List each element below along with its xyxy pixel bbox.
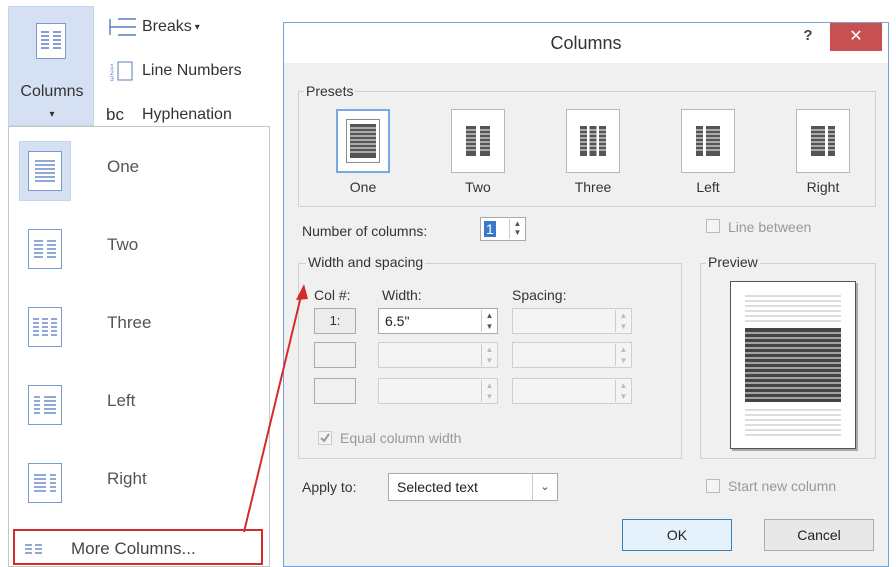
column-spacing-input[interactable]: ▲ ▼: [512, 378, 632, 404]
chevron-down-icon: ▾: [194, 21, 200, 33]
col-number-header: Col #:: [314, 287, 351, 303]
column-width-value: 6.5": [385, 313, 410, 329]
preset-label: Right: [806, 179, 840, 195]
spin-arrows-icon[interactable]: ▲ ▼: [615, 344, 631, 366]
column-width-input[interactable]: ▲ ▼: [378, 342, 498, 368]
number-of-columns-stepper[interactable]: 1 ▲ ▼: [480, 217, 526, 241]
line-numbers-button[interactable]: 1 2 3 Line Numbers: [106, 58, 242, 84]
number-of-columns-label: Number of columns:: [302, 223, 428, 239]
preset-left-icon: [693, 126, 723, 156]
equal-column-width-checkbox[interactable]: [318, 431, 332, 445]
apply-to-label: Apply to:: [302, 479, 357, 495]
checkmark-icon: [320, 433, 330, 443]
breaks-icon: [106, 16, 138, 38]
width-spacing-group-label: Width and spacing: [306, 254, 426, 270]
preset-label: One: [349, 179, 377, 195]
apply-to-value: Selected text: [397, 479, 478, 495]
more-columns-label: More Columns...: [71, 539, 196, 558]
menu-item-label: One: [107, 157, 140, 176]
preview-group-label: Preview: [706, 254, 760, 270]
spin-arrows-icon[interactable]: ▲ ▼: [615, 310, 631, 332]
menu-item-label: Two: [107, 235, 139, 254]
menu-item-label: Three: [107, 313, 152, 332]
column-spacing-input[interactable]: ▲ ▼: [512, 342, 632, 368]
left-column-icon: [19, 375, 71, 435]
columns-button[interactable]: Columns ▾: [8, 6, 94, 126]
svg-text:3: 3: [110, 76, 114, 82]
column-width-input[interactable]: 6.5" ▲ ▼: [378, 308, 498, 334]
preset-left-button[interactable]: [681, 109, 735, 173]
preset-one-icon: [346, 119, 380, 163]
col-number-cell: 1:: [314, 308, 356, 334]
chevron-down-icon[interactable]: ⌄: [532, 474, 557, 500]
preset-right-icon: [808, 126, 838, 156]
menu-item-one[interactable]: One: [9, 131, 271, 203]
col-number-cell: [314, 378, 356, 404]
columns-dialog: Columns ? ✕ Presets One Two Three Left R…: [283, 22, 889, 567]
one-column-icon: [19, 141, 71, 201]
menu-item-label: Left: [107, 391, 136, 410]
number-of-columns-value: 1: [484, 221, 496, 237]
help-button[interactable]: ?: [798, 27, 818, 44]
spacing-header: Spacing:: [512, 287, 567, 303]
preset-one-button[interactable]: [336, 109, 390, 173]
columns-button-label: Columns: [20, 83, 84, 100]
start-new-column-checkbox[interactable]: [706, 479, 720, 493]
line-between-checkbox[interactable]: [706, 219, 720, 233]
spin-arrows-icon[interactable]: ▲ ▼: [481, 344, 497, 366]
preview-page: [730, 281, 856, 449]
preset-three-button[interactable]: [566, 109, 620, 173]
dialog-title-bar[interactable]: Columns ? ✕: [284, 23, 888, 63]
presets-group-label: Presets: [304, 83, 356, 99]
line-numbers-icon: 1 2 3: [106, 60, 138, 82]
hyphenation-button[interactable]: bc Hyphenation: [106, 102, 232, 128]
three-columns-icon: [19, 297, 71, 357]
preset-three-icon: [578, 126, 608, 156]
spin-arrows-icon[interactable]: ▲ ▼: [509, 219, 525, 239]
ribbon-page-setup: Columns ▾ Breaks ▾ 1 2 3 Line Numbers bc…: [0, 0, 290, 130]
columns-dropdown-menu: One Two Three Left Right More Columns...: [8, 126, 270, 567]
breaks-label: Breaks: [142, 18, 192, 35]
two-columns-icon: [19, 219, 71, 279]
start-new-column-label: Start new column: [728, 478, 837, 494]
equal-column-width-label: Equal column width: [340, 430, 462, 446]
preset-right-button[interactable]: [796, 109, 850, 173]
preset-two-icon: [463, 126, 493, 156]
chevron-down-icon: ▾: [49, 109, 55, 120]
menu-item-label: Right: [107, 469, 147, 488]
menu-item-left[interactable]: Left: [9, 365, 271, 437]
spin-arrows-icon[interactable]: ▲ ▼: [481, 380, 497, 402]
more-columns-menu-item[interactable]: More Columns...: [13, 529, 263, 565]
preset-label: Three: [574, 179, 612, 195]
menu-item-three[interactable]: Three: [9, 287, 271, 359]
apply-to-select[interactable]: Selected text ⌄: [388, 473, 558, 501]
menu-item-two[interactable]: Two: [9, 209, 271, 281]
preset-label: Two: [465, 179, 491, 195]
right-column-icon: [19, 453, 71, 513]
width-header: Width:: [382, 287, 422, 303]
col-number-cell: [314, 342, 356, 368]
menu-item-right[interactable]: Right: [9, 443, 271, 515]
line-numbers-label: Line Numbers: [142, 62, 242, 79]
column-width-input[interactable]: ▲ ▼: [378, 378, 498, 404]
spin-arrows-icon[interactable]: ▲ ▼: [481, 310, 497, 332]
spin-arrows-icon[interactable]: ▲ ▼: [615, 380, 631, 402]
hyphenation-icon-text: bc: [106, 105, 124, 124]
line-between-label: Line between: [728, 219, 812, 235]
hyphenation-label: Hyphenation: [142, 106, 232, 123]
hyphenation-icon: bc: [106, 104, 138, 126]
cancel-button[interactable]: Cancel: [764, 519, 874, 551]
more-columns-icon: [25, 543, 43, 555]
preset-two-button[interactable]: [451, 109, 505, 173]
close-button[interactable]: ✕: [830, 23, 882, 51]
columns-icon: [36, 23, 66, 59]
breaks-button[interactable]: Breaks ▾: [106, 14, 200, 40]
preset-label: Left: [696, 179, 720, 195]
ok-button[interactable]: OK: [622, 519, 732, 551]
column-spacing-input[interactable]: ▲ ▼: [512, 308, 632, 334]
